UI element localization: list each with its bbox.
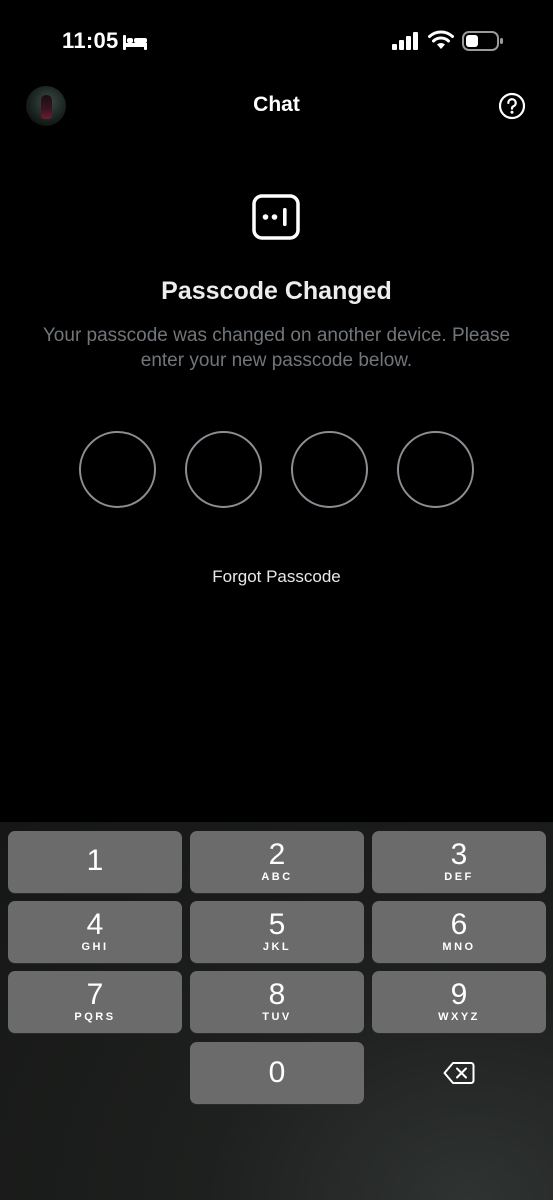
forgot-passcode-link[interactable]: Forgot Passcode [0, 567, 553, 587]
key-1[interactable]: 1 [8, 831, 182, 893]
key-digit: 2 [268, 838, 286, 871]
key-digit: 7 [86, 978, 104, 1011]
passcode-dots [79, 431, 474, 508]
key-6[interactable]: 6 MNO [372, 901, 546, 963]
key-letters: TUV [262, 1011, 292, 1023]
battery-icon [462, 31, 503, 51]
passcode-dot [291, 431, 368, 508]
key-digit: 4 [86, 908, 104, 941]
key-digit: 3 [450, 838, 468, 871]
key-3[interactable]: 3 DEF [372, 831, 546, 893]
key-digit: 5 [268, 908, 286, 941]
page-title: Chat [253, 93, 300, 116]
passcode-screen: 11:05 Chat Passcode Changed Your passcod… [0, 0, 553, 1200]
key-letters: MNO [442, 941, 476, 953]
bed-icon [123, 35, 147, 50]
key-4[interactable]: 4 GHI [8, 901, 182, 963]
key-digit: 8 [268, 978, 286, 1011]
key-digit: 6 [450, 908, 468, 941]
key-2[interactable]: 2 ABC [190, 831, 364, 893]
signal-icon [392, 32, 418, 50]
key-9[interactable]: 9 WXYZ [372, 971, 546, 1033]
key-digit: 1 [86, 844, 104, 877]
wifi-icon [428, 30, 454, 49]
key-letters: WXYZ [438, 1011, 480, 1023]
key-5[interactable]: 5 JKL [190, 901, 364, 963]
key-letters: DEF [444, 871, 474, 883]
passcode-title: Passcode Changed [161, 277, 392, 305]
key-0[interactable]: 0 [190, 1042, 364, 1104]
lock-icon [252, 194, 300, 240]
key-7[interactable]: 7 PQRS [8, 971, 182, 1033]
numeric-keypad: 1 2 ABC 3 DEF 4 GHI 5 JKL 6 MNO 7 PQRS 8… [0, 822, 553, 1200]
backspace-key[interactable] [372, 1042, 546, 1104]
passcode-dot [79, 431, 156, 508]
passcode-dot [185, 431, 262, 508]
key-letters: JKL [262, 941, 292, 953]
passcode-description: Your passcode was changed on another dev… [42, 325, 511, 371]
passcode-dot [397, 431, 474, 508]
backspace-icon [443, 1062, 475, 1084]
key-digit: 9 [450, 978, 468, 1011]
key-letters: GHI [81, 941, 109, 953]
key-letters: PQRS [74, 1011, 116, 1023]
key-digit: 0 [268, 1056, 286, 1089]
help-icon[interactable] [498, 92, 526, 120]
key-letters: ABC [261, 871, 293, 883]
key-8[interactable]: 8 TUV [190, 971, 364, 1033]
status-time: 11:05 [62, 28, 119, 53]
